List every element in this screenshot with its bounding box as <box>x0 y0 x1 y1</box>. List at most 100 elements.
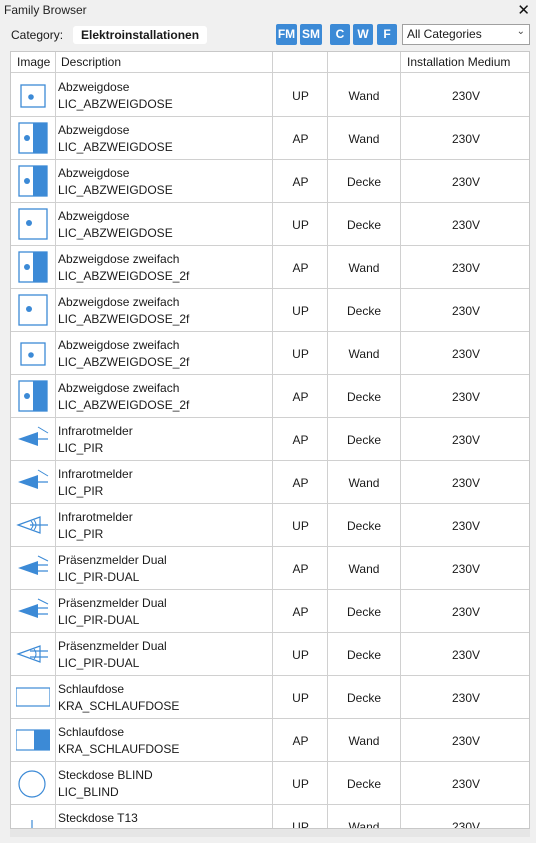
table-row[interactable]: Infrarotmelder LIC_PIR UP Decke 230V <box>11 504 529 547</box>
mount-location: Wand <box>348 89 380 103</box>
installation-medium: 230V <box>451 820 481 829</box>
c-button[interactable]: C <box>330 24 350 45</box>
category-value: Elektroinstallationen <box>73 26 208 44</box>
mount-location: Decke <box>346 218 381 232</box>
family-code: KRA_SCHLAUFDOSE <box>58 699 180 713</box>
installation-type: UP <box>292 519 309 533</box>
family-name: Steckdose T13 <box>58 811 138 825</box>
sm-button[interactable]: SM <box>300 24 322 45</box>
family-code: LIC_PIR-DUAL <box>58 656 140 670</box>
family-name: Präsenzmelder Dual <box>58 639 167 653</box>
column-divider <box>55 52 56 828</box>
installation-medium: 230V <box>451 562 481 576</box>
header-image[interactable]: Image <box>17 55 50 69</box>
installation-type: AP <box>292 132 309 146</box>
family-code: LIC_ABZWEIGDOSE_2f <box>58 355 190 369</box>
family-code: LIC_ABZWEIGDOSE_2f <box>58 269 190 283</box>
family-name: Steckdose BLIND <box>58 768 153 782</box>
mount-location: Wand <box>348 562 380 576</box>
family-code: LIC_PIR <box>58 441 104 455</box>
family-name: Infrarotmelder <box>58 510 133 524</box>
column-divider <box>400 52 401 828</box>
socket-t13-icon <box>11 805 55 828</box>
table-row[interactable]: Abzweigdose zweifach LIC_ABZWEIGDOSE_2f … <box>11 289 529 332</box>
installation-type: AP <box>292 562 309 576</box>
table-row[interactable]: Steckdose BLIND LIC_BLIND UP Decke 230V <box>11 762 529 805</box>
mount-location: Decke <box>346 648 381 662</box>
installation-type: AP <box>292 261 309 275</box>
table-row[interactable]: Präsenzmelder Dual LIC_PIR-DUAL AP Decke… <box>11 590 529 633</box>
pir-filled-icon <box>11 461 55 503</box>
family-code: LIC_PIR-DUAL <box>58 613 140 627</box>
table-row[interactable]: Abzweigdose zweifach LIC_ABZWEIGDOSE_2f … <box>11 332 529 375</box>
table-row[interactable]: Präsenzmelder Dual LIC_PIR-DUAL AP Wand … <box>11 547 529 590</box>
installation-medium: 230V <box>451 347 481 361</box>
installation-medium: 230V <box>451 476 481 490</box>
circle-outline-icon <box>11 762 55 804</box>
rect-half-filled-icon <box>11 719 55 761</box>
family-code: LIC_ABZWEIGDOSE_2f <box>58 398 190 412</box>
box-small-dot-icon <box>11 332 55 374</box>
table-row[interactable]: Abzweigdose LIC_ABZWEIGDOSE AP Decke 230… <box>11 160 529 203</box>
column-divider <box>327 52 328 828</box>
family-code: LIC_BLIND <box>58 785 119 799</box>
installation-medium: 230V <box>451 734 481 748</box>
mount-location: Wand <box>348 347 380 361</box>
table-row[interactable]: Steckdose T13 UP Wand 230V <box>11 805 529 829</box>
family-table: Image Description Installation Medium Ab… <box>10 51 530 829</box>
pir-dual-filled-icon <box>11 590 55 632</box>
header-installation-medium[interactable]: Installation Medium <box>407 55 510 69</box>
rect-outline-icon <box>11 676 55 718</box>
table-row[interactable]: Infrarotmelder LIC_PIR AP Wand 230V <box>11 461 529 504</box>
installation-medium: 230V <box>451 304 481 318</box>
header-description[interactable]: Description <box>61 55 121 69</box>
family-name: Abzweigdose zweifach <box>58 252 180 266</box>
fm-button[interactable]: FM <box>276 24 297 45</box>
family-name: Abzweigdose <box>58 80 130 94</box>
table-row[interactable]: Präsenzmelder Dual LIC_PIR-DUAL UP Decke… <box>11 633 529 676</box>
close-icon[interactable]: ✕ <box>517 1 530 19</box>
box-small-dot-icon <box>11 74 55 116</box>
installation-medium: 230V <box>451 261 481 275</box>
table-row[interactable]: Abzweigdose zweifach LIC_ABZWEIGDOSE_2f … <box>11 246 529 289</box>
family-code: LIC_PIR-DUAL <box>58 570 140 584</box>
column-divider <box>272 52 273 828</box>
box-half-filled-icon <box>11 375 55 417</box>
installation-type: UP <box>292 347 309 361</box>
w-button[interactable]: W <box>353 24 373 45</box>
table-row[interactable]: Infrarotmelder LIC_PIR AP Decke 230V <box>11 418 529 461</box>
installation-type: AP <box>292 734 309 748</box>
mount-location: Wand <box>348 132 380 146</box>
table-row[interactable]: Abzweigdose zweifach LIC_ABZWEIGDOSE_2f … <box>11 375 529 418</box>
table-row[interactable]: Schlaufdose KRA_SCHLAUFDOSE UP Decke 230… <box>11 676 529 719</box>
family-name: Präsenzmelder Dual <box>58 553 167 567</box>
installation-type: UP <box>292 820 309 829</box>
mount-location: Decke <box>346 777 381 791</box>
category-filter-select[interactable]: All Categories ⌄ <box>402 24 530 45</box>
installation-medium: 230V <box>451 175 481 189</box>
f-button[interactable]: F <box>377 24 397 45</box>
mount-location: Wand <box>348 261 380 275</box>
installation-type: AP <box>292 390 309 404</box>
horizontal-scrollbar[interactable] <box>10 829 530 837</box>
category-label: Category: <box>11 28 64 42</box>
family-code: LIC_PIR <box>58 484 104 498</box>
family-name: Schlaufdose <box>58 682 125 696</box>
installation-medium: 230V <box>451 519 481 533</box>
pir-dual-outline-icon <box>11 633 55 675</box>
mount-location: Decke <box>346 175 381 189</box>
installation-type: UP <box>292 304 309 318</box>
family-code: LIC_PIR <box>58 527 104 541</box>
category-filter-value: All Categories <box>407 27 482 41</box>
table-row[interactable]: Abzweigdose LIC_ABZWEIGDOSE UP Wand 230V <box>11 74 529 117</box>
installation-medium: 230V <box>451 433 481 447</box>
table-row[interactable]: Schlaufdose KRA_SCHLAUFDOSE AP Wand 230V <box>11 719 529 762</box>
installation-type: UP <box>292 777 309 791</box>
table-row[interactable]: Abzweigdose LIC_ABZWEIGDOSE AP Wand 230V <box>11 117 529 160</box>
box-half-filled-icon <box>11 246 55 288</box>
table-row[interactable]: Abzweigdose LIC_ABZWEIGDOSE UP Decke 230… <box>11 203 529 246</box>
family-code: LIC_ABZWEIGDOSE_2f <box>58 312 190 326</box>
family-name: Infrarotmelder <box>58 424 133 438</box>
window-title: Family Browser <box>4 3 87 17</box>
mount-location: Decke <box>346 390 381 404</box>
